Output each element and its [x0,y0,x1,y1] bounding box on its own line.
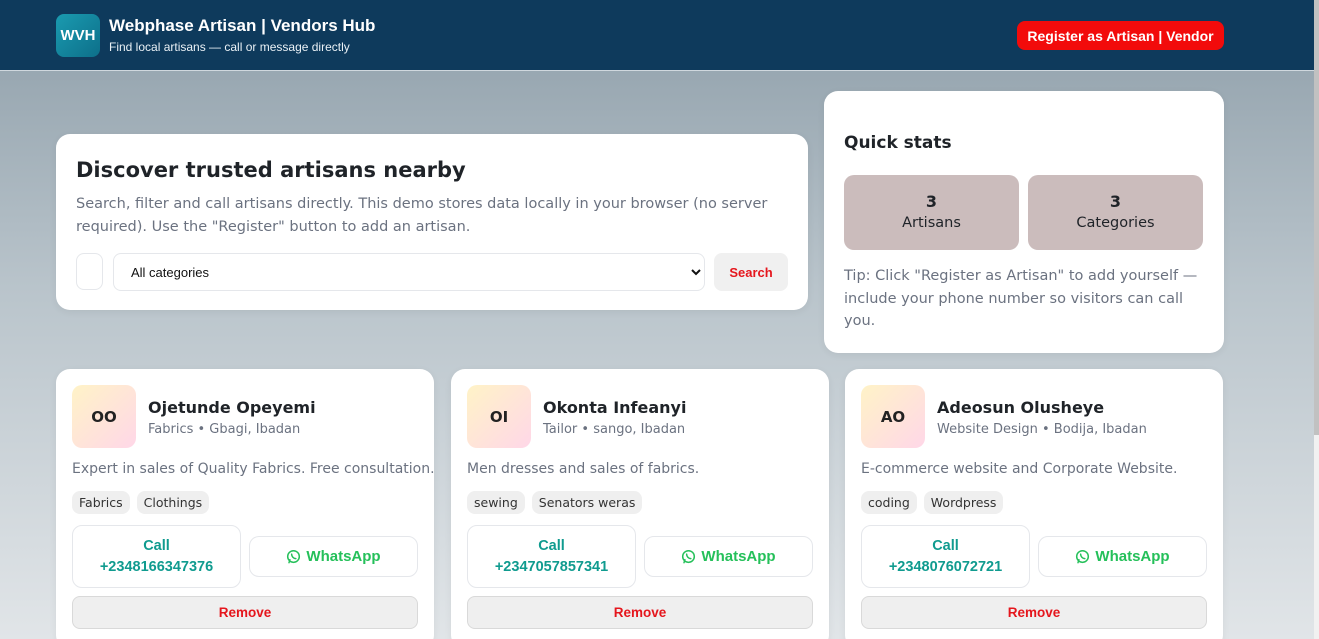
avatar: OI [467,385,531,448]
whatsapp-button[interactable]: WhatsApp [644,536,813,577]
remove-button[interactable]: Remove [861,596,1207,629]
artisan-description: Men dresses and sales of fabrics. [467,461,700,477]
whatsapp-icon [1076,549,1090,564]
tag-list: sewing Senators weras [467,491,643,514]
whatsapp-button[interactable]: WhatsApp [249,536,418,577]
page-scrollbar[interactable] [1314,0,1319,639]
artisan-card: OO Ojetunde Opeyemi Fabrics • Gbagi, Iba… [56,369,435,639]
artisan-description: Expert in sales of Quality Fabrics. Free… [72,461,435,477]
remove-button[interactable]: Remove [467,596,813,629]
whatsapp-icon [287,549,301,564]
call-label: Call [143,537,170,554]
tag-list: coding Wordpress [861,491,1004,514]
avatar: AO [861,385,925,448]
phone-number: +2348076072721 [888,558,1003,575]
call-button[interactable]: Call +2348166347376 [72,525,241,588]
remove-button[interactable]: Remove [72,596,418,629]
app-subtitle: Find local artisans — call or message di… [109,40,350,54]
search-button[interactable]: Search [714,253,788,291]
phone-number: +2347057857341 [494,558,609,575]
phone-number: +2348166347376 [99,558,214,575]
tag: coding [861,491,917,514]
stat-categories: 3 Categories [1028,175,1203,250]
tag: Wordpress [923,491,1004,514]
tag-list: Fabrics Clothings [72,491,210,514]
quick-stats-panel: Quick stats 3 Artisans 3 Categories Tip:… [824,91,1224,353]
app-title: Webphase Artisan | Vendors Hub [109,16,376,35]
whatsapp-label: WhatsApp [306,548,381,565]
logo[interactable]: WVH [56,14,100,57]
stat-artisans-label: Artisans [902,215,961,231]
whatsapp-button[interactable]: WhatsApp [1038,536,1207,577]
artisan-name: Okonta Infeanyi [543,398,687,417]
discover-description: Search, filter and call artisans directl… [76,196,768,235]
whatsapp-label: WhatsApp [1095,548,1170,565]
stats-tip: Tip: Click "Register as Artisan" to add … [844,268,1198,329]
whatsapp-icon [682,549,696,564]
artisan-name: Ojetunde Opeyemi [148,398,316,417]
call-label: Call [932,537,959,554]
artisan-card: OI Okonta Infeanyi Tailor • sango, Ibada… [451,369,829,639]
category-select[interactable]: All categories [113,253,705,291]
artisan-card: AO Adeosun Olusheye Website Design • Bod… [845,369,1223,639]
whatsapp-label: WhatsApp [701,548,776,565]
app-header: WVH Webphase Artisan | Vendors Hub Find … [0,0,1314,71]
artisan-description: E-commerce website and Corporate Website… [861,461,1178,477]
artisan-meta: Website Design • Bodija, Ibadan [937,422,1147,437]
tag: Clothings [136,491,210,514]
discover-heading: Discover trusted artisans nearby [76,158,466,182]
artisan-name: Adeosun Olusheye [937,398,1105,417]
stat-artisans: 3 Artisans [844,175,1019,250]
tag: sewing [467,491,525,514]
discover-panel: Discover trusted artisans nearby Search,… [56,134,808,310]
scrollbar-thumb[interactable] [1314,0,1319,435]
register-button[interactable]: Register as Artisan | Vendor [1017,21,1224,50]
stat-categories-label: Categories [1076,215,1155,231]
artisan-meta: Tailor • sango, Ibadan [543,422,686,437]
stats-heading: Quick stats [844,133,952,153]
avatar: OO [72,385,136,448]
stat-artisans-count: 3 [925,192,938,211]
call-button[interactable]: Call +2347057857341 [467,525,636,588]
call-button[interactable]: Call +2348076072721 [861,525,1030,588]
tag: Fabrics [72,491,130,514]
stat-categories-count: 3 [1109,192,1122,211]
artisan-meta: Fabrics • Gbagi, Ibadan [148,422,301,437]
tag: Senators weras [531,491,643,514]
search-input[interactable] [76,253,103,290]
call-label: Call [538,537,565,554]
